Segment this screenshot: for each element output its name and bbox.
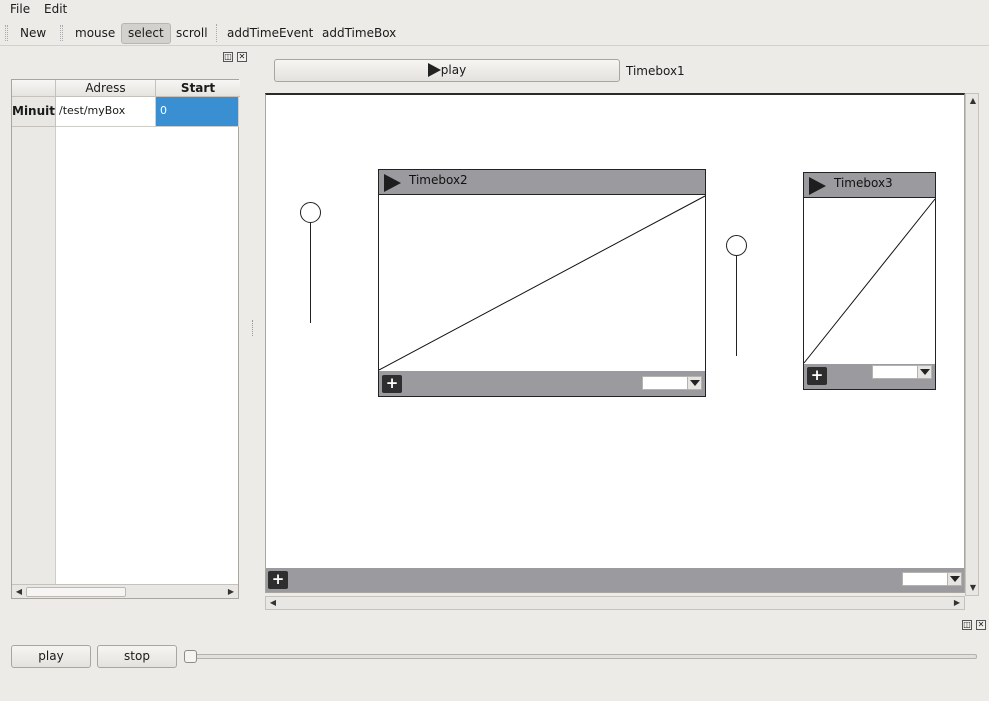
timebox-footer: + bbox=[379, 371, 705, 396]
position-slider-track[interactable] bbox=[190, 654, 977, 659]
toolbar-grip[interactable] bbox=[5, 25, 8, 41]
new-button[interactable]: New bbox=[14, 23, 52, 44]
timebox-curve bbox=[804, 198, 935, 364]
scroll-left-icon[interactable]: ◀ bbox=[12, 585, 26, 599]
transport-stop-button[interactable]: stop bbox=[97, 645, 177, 668]
menubar: File Edit bbox=[0, 0, 989, 19]
scroll-right-icon[interactable]: ▶ bbox=[950, 596, 964, 610]
table-header-address[interactable]: Adress bbox=[56, 80, 156, 97]
toolbar-separator bbox=[216, 24, 217, 42]
scroll-left-icon[interactable]: ◀ bbox=[266, 596, 280, 610]
play-icon bbox=[427, 63, 441, 77]
toolbar-grip[interactable] bbox=[60, 25, 63, 41]
time-event-handle[interactable] bbox=[726, 235, 747, 256]
add-icon[interactable]: + bbox=[807, 367, 827, 385]
splitter-handle[interactable] bbox=[252, 320, 254, 336]
transport-play-button[interactable]: play bbox=[11, 645, 91, 668]
time-event-handle[interactable] bbox=[300, 202, 321, 223]
main-timebox-name: Timebox1 bbox=[626, 64, 685, 78]
timebox-header[interactable]: Timebox3 bbox=[804, 173, 935, 198]
timebox-curve bbox=[379, 195, 705, 371]
chevron-down-icon bbox=[687, 377, 701, 389]
play-icon[interactable] bbox=[809, 177, 826, 195]
address-table: Adress Start Minuit /test/myBox 0 ◀ ▶ bbox=[11, 79, 240, 599]
canvas-vertical-scrollbar[interactable]: ▲ ▼ bbox=[965, 93, 979, 596]
position-slider-handle[interactable] bbox=[184, 650, 197, 663]
scroll-down-icon[interactable]: ▼ bbox=[966, 581, 980, 595]
timebox-name: Timebox2 bbox=[409, 173, 468, 187]
canvas-horizontal-scrollbar[interactable]: ◀ ▶ bbox=[265, 596, 965, 610]
dock-close-icon[interactable]: ✕ bbox=[976, 620, 986, 630]
scroll-tool-button[interactable]: scroll bbox=[170, 23, 214, 44]
mouse-tool-button[interactable]: mouse bbox=[69, 23, 121, 44]
menu-edit[interactable]: Edit bbox=[44, 2, 67, 16]
add-icon[interactable]: + bbox=[382, 375, 402, 393]
chevron-down-icon bbox=[917, 366, 931, 378]
toolbar: New mouse select scroll addTimeEvent add… bbox=[0, 20, 989, 46]
main-timebox-footer: + bbox=[266, 568, 964, 592]
timebox-combo[interactable] bbox=[872, 365, 932, 379]
table-horizontal-scrollbar[interactable]: ◀ ▶ bbox=[12, 584, 238, 598]
main-timebox-combo[interactable] bbox=[902, 572, 962, 586]
dock-close-icon[interactable]: ✕ bbox=[237, 52, 247, 62]
main-play-label: play bbox=[440, 63, 467, 77]
time-event-line bbox=[310, 223, 311, 323]
table-row-gutter bbox=[12, 127, 56, 584]
scroll-up-icon[interactable]: ▲ bbox=[966, 94, 980, 108]
table-row-header[interactable]: Minuit bbox=[12, 97, 56, 127]
table-cell-start[interactable]: 0 bbox=[156, 97, 239, 127]
select-tool-button[interactable]: select bbox=[121, 23, 171, 44]
add-icon[interactable]: + bbox=[268, 571, 288, 589]
timebox-3[interactable]: Timebox3 + bbox=[803, 172, 936, 390]
timebox-2[interactable]: Timebox2 + bbox=[378, 169, 706, 397]
scroll-right-icon[interactable]: ▶ bbox=[224, 585, 238, 599]
add-time-box-button[interactable]: addTimeBox bbox=[316, 23, 402, 44]
timebox-footer: + bbox=[804, 364, 935, 389]
main-play-button[interactable]: play bbox=[274, 59, 620, 82]
menu-file[interactable]: File bbox=[10, 2, 30, 16]
menu-file-label: File bbox=[10, 2, 31, 16]
table-header-start[interactable]: Start bbox=[156, 80, 240, 97]
time-event-line bbox=[736, 256, 737, 356]
menu-edit-label: Edit bbox=[44, 2, 68, 16]
dock-float-icon[interactable]: ◫ bbox=[223, 52, 233, 62]
timebox-combo[interactable] bbox=[642, 376, 702, 390]
dock-float-icon[interactable]: ◫ bbox=[962, 620, 972, 630]
table-cell-address[interactable]: /test/myBox bbox=[56, 97, 156, 127]
timebox-name: Timebox3 bbox=[834, 176, 893, 190]
chevron-down-icon bbox=[947, 573, 961, 585]
play-icon[interactable] bbox=[384, 174, 401, 192]
timeline-canvas[interactable]: Timebox2 + Timebox3 + + bbox=[265, 93, 965, 593]
scrollbar-thumb[interactable] bbox=[26, 587, 126, 597]
add-time-event-button[interactable]: addTimeEvent bbox=[221, 23, 319, 44]
table-header-corner bbox=[12, 80, 56, 97]
timebox-header[interactable]: Timebox2 bbox=[379, 170, 705, 195]
